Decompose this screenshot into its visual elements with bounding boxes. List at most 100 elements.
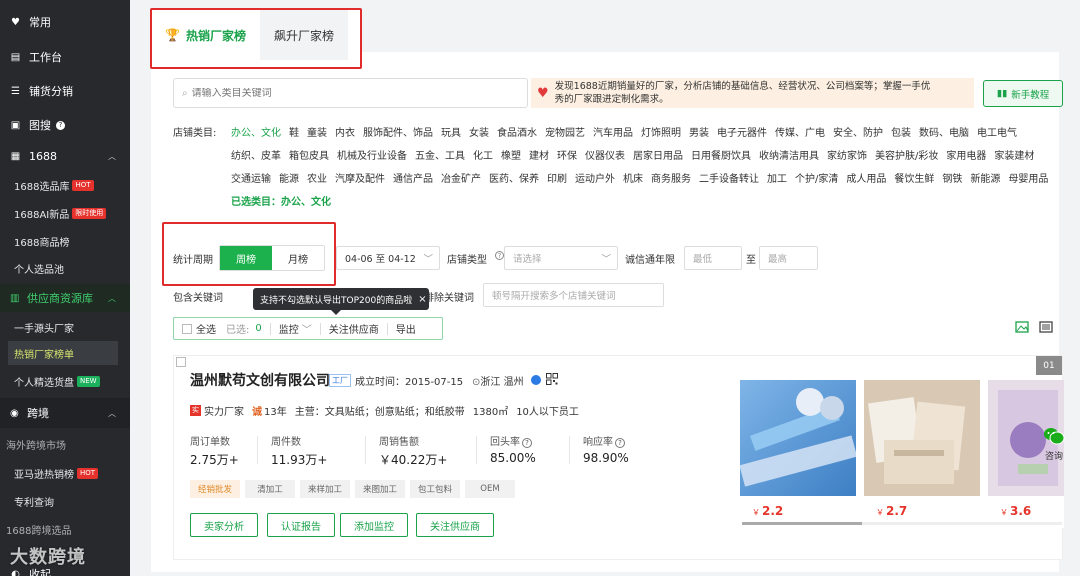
category-item[interactable]: 通信产品	[393, 168, 433, 191]
sidebar-section-supply[interactable]: ▥ 供应商资源库 ︿	[0, 284, 130, 312]
category-item[interactable]: 日用餐厨饮具	[691, 145, 751, 168]
category-item[interactable]: 成人用品	[846, 168, 886, 191]
list-view-icon[interactable]	[1039, 320, 1053, 334]
consult-widget[interactable]: 咨询	[1040, 426, 1068, 470]
category-item[interactable]: 仪器仪表	[585, 145, 625, 168]
category-item[interactable]: 医药、保养	[489, 168, 539, 191]
category-item[interactable]: 家纺家饰	[827, 145, 867, 168]
product-thumb[interactable]: ￥ 2.7	[864, 380, 980, 528]
category-item[interactable]: 汽车用品	[593, 122, 633, 145]
sidebar-item-hot-factory[interactable]: 热销厂家榜单	[8, 341, 118, 365]
category-item[interactable]: 汽摩及配件	[335, 168, 385, 191]
category-item[interactable]: 商务服务	[651, 168, 691, 191]
years-min-input[interactable]: 最低	[684, 246, 742, 270]
monitor-dropdown[interactable]: 监控	[279, 321, 299, 336]
category-item[interactable]: 能源	[279, 168, 299, 191]
follow-supplier-action[interactable]: 关注供应商	[329, 321, 379, 336]
category-item[interactable]: 母婴用品	[1008, 168, 1048, 191]
category-item[interactable]: 机械及行业设备	[337, 145, 407, 168]
category-item[interactable]: 食品酒水	[497, 122, 537, 145]
sidebar-item-source-factory[interactable]: 一手源头厂家	[0, 320, 130, 335]
month-rank-button[interactable]: 月榜	[272, 246, 324, 270]
tab-hot-factory[interactable]: 🏆 热销厂家榜	[151, 10, 260, 60]
product-scrollbar[interactable]	[742, 522, 862, 525]
sidebar-section-crossborder[interactable]: ◉ 跨境 ︿	[0, 398, 130, 428]
sidebar-item-curated[interactable]: 个人精选货盘 NEW	[0, 374, 130, 389]
category-item[interactable]: 钢铁	[942, 168, 962, 191]
sidebar-item-image-search[interactable]: ▣ 图搜?	[0, 117, 130, 133]
category-item[interactable]: 二手设备转让	[699, 168, 759, 191]
category-item[interactable]: 新能源	[970, 168, 1000, 191]
sidebar-item-1688-ai[interactable]: 1688AI新品 限时使用	[0, 206, 130, 221]
tutorial-button[interactable]: ▮▮ 新手教程	[983, 80, 1063, 107]
category-item[interactable]: 个护/家清	[795, 168, 838, 191]
category-item[interactable]: 灯饰照明	[641, 122, 681, 145]
category-item[interactable]: 居家日用品	[633, 145, 683, 168]
search-input[interactable]	[191, 87, 492, 99]
category-item[interactable]: 电子元器件	[717, 122, 767, 145]
date-range-select[interactable]: 04-06 至 04-12 ﹀	[336, 246, 440, 270]
help-icon[interactable]: ?	[522, 438, 532, 448]
sidebar-item-1688-library[interactable]: 1688选品库 HOT	[0, 178, 130, 193]
category-item[interactable]: 童装	[307, 122, 327, 145]
close-icon[interactable]: ×	[418, 294, 426, 305]
category-item[interactable]: 运动户外	[575, 168, 615, 191]
sidebar-item-amazon[interactable]: 亚马逊热销榜 HOT	[0, 466, 130, 481]
category-item[interactable]: 女装	[469, 122, 489, 145]
category-item[interactable]: 玩具	[441, 122, 461, 145]
sidebar-item-favorites[interactable]: ♥ 常用	[0, 14, 130, 30]
category-item[interactable]: 男装	[689, 122, 709, 145]
card-action-button[interactable]: 添加监控	[340, 513, 408, 537]
select-all-label[interactable]: 全选	[196, 321, 216, 336]
category-item[interactable]: 包装	[891, 122, 911, 145]
category-item[interactable]: 家用电器	[946, 145, 986, 168]
category-item[interactable]: 电工电气	[977, 122, 1017, 145]
category-item[interactable]: 传媒、广电	[775, 122, 825, 145]
category-item[interactable]: 美容护肤/彩妆	[875, 145, 938, 168]
category-item[interactable]: 橡塑	[501, 145, 521, 168]
page-scrollbar[interactable]	[1074, 0, 1080, 576]
category-item[interactable]: 化工	[473, 145, 493, 168]
sidebar-item-patent[interactable]: 专利查询	[0, 494, 130, 509]
sidebar-item-personal-pool[interactable]: 个人选品池	[0, 261, 130, 276]
category-item[interactable]: 环保	[557, 145, 577, 168]
category-item[interactable]: 服饰配件、饰品	[363, 122, 433, 145]
qrcode-icon[interactable]	[546, 373, 558, 385]
category-item[interactable]: 数码、电脑	[919, 122, 969, 145]
category-item[interactable]: 安全、防护	[833, 122, 883, 145]
category-item[interactable]: 收纳清洁用具	[759, 145, 819, 168]
category-search[interactable]: ⌕	[173, 78, 528, 108]
chat-icon[interactable]	[531, 375, 541, 385]
help-icon[interactable]: ?	[615, 438, 625, 448]
sidebar-item-distribution[interactable]: ☰ 铺货分销	[0, 83, 130, 99]
card-action-button[interactable]: 关注供应商	[416, 513, 494, 537]
product-thumb[interactable]: ￥ 2.2	[739, 380, 858, 528]
category-item[interactable]: 餐饮生鲜	[894, 168, 934, 191]
sidebar-item-1688-rank[interactable]: 1688商品榜	[0, 234, 130, 249]
years-max-input[interactable]: 最高	[759, 246, 818, 270]
category-item[interactable]: 印刷	[547, 168, 567, 191]
category-item[interactable]: 纺织、皮革	[231, 145, 281, 168]
category-item[interactable]: 冶金矿产	[441, 168, 481, 191]
select-all-checkbox[interactable]	[182, 323, 192, 334]
category-item[interactable]: 机床	[623, 168, 643, 191]
category-item[interactable]: 加工	[767, 168, 787, 191]
category-item[interactable]: 办公、文化	[231, 122, 281, 145]
category-item[interactable]: 内衣	[335, 122, 355, 145]
image-view-icon[interactable]	[1015, 320, 1029, 334]
store-type-select[interactable]: 请选择 ﹀	[504, 246, 618, 270]
category-item[interactable]: 五金、工具	[415, 145, 465, 168]
tab-rising-factory[interactable]: 飙升厂家榜	[259, 10, 348, 60]
card-action-button[interactable]: 卖家分析	[190, 513, 258, 537]
sidebar-item-workbench[interactable]: ▤ 工作台	[0, 49, 130, 65]
export-action[interactable]: 导出	[396, 321, 416, 336]
category-item[interactable]: 箱包皮具	[289, 145, 329, 168]
category-item[interactable]: 家装建材	[994, 145, 1034, 168]
category-item[interactable]: 农业	[307, 168, 327, 191]
exclude-keyword-input[interactable]: 顿号隔开搜索多个店铺关键词	[483, 283, 664, 307]
category-item[interactable]: 宠物园艺	[545, 122, 585, 145]
category-item[interactable]: 建材	[529, 145, 549, 168]
category-item[interactable]: 交通运输	[231, 168, 271, 191]
category-item[interactable]: 鞋	[289, 122, 299, 145]
company-name[interactable]: 温州默苟文创有限公司	[190, 370, 330, 390]
